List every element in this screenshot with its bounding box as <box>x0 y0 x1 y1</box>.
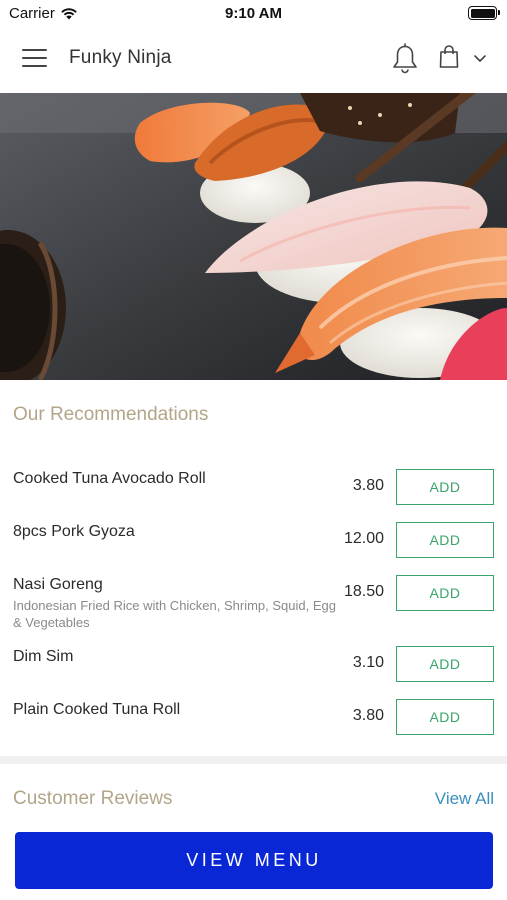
item-price: 3.10 <box>352 654 384 671</box>
item-price: 18.50 <box>343 583 384 600</box>
item-name: Cooked Tuna Avocado Roll <box>13 470 206 487</box>
hero-image <box>0 93 507 380</box>
page-title: Funky Ninja <box>69 47 172 68</box>
shopping-bag-icon[interactable] <box>438 44 460 70</box>
view-menu-button[interactable]: VIEW MENU <box>15 832 493 889</box>
item-name: Plain Cooked Tuna Roll <box>13 701 181 718</box>
item-price: 12.00 <box>343 530 384 547</box>
add-button[interactable]: ADD <box>396 699 494 735</box>
battery-icon <box>468 6 500 20</box>
section-divider <box>0 756 507 764</box>
add-button[interactable]: ADD <box>396 522 494 558</box>
view-all-link[interactable]: View All <box>435 789 494 809</box>
item-name: Dim Sim <box>13 648 74 665</box>
item-description: Indonesian Fried Rice with Chicken, Shri… <box>13 598 336 630</box>
item-price: 3.80 <box>352 477 384 494</box>
menu-icon[interactable] <box>22 49 47 68</box>
add-button[interactable]: ADD <box>396 575 494 611</box>
add-button[interactable]: ADD <box>396 646 494 682</box>
add-button[interactable]: ADD <box>396 469 494 505</box>
bell-icon[interactable] <box>391 42 419 74</box>
status-bar: Carrier 9:10 AM <box>0 0 507 26</box>
app-header: Funky Ninja <box>0 26 507 93</box>
recommendations-title: Our Recommendations <box>13 404 209 425</box>
status-time: 9:10 AM <box>225 5 282 22</box>
item-name: 8pcs Pork Gyoza <box>13 523 135 540</box>
item-price: 3.80 <box>352 707 384 724</box>
reviews-title: Customer Reviews <box>13 788 173 809</box>
chevron-down-icon[interactable] <box>473 53 487 63</box>
item-name: Nasi Goreng <box>13 576 103 593</box>
